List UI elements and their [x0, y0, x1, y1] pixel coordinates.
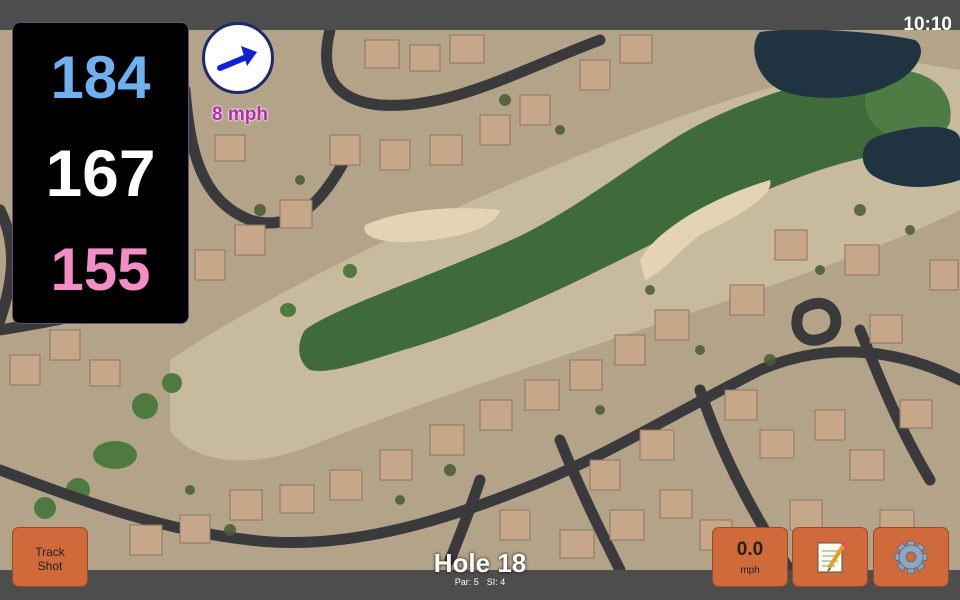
- notepad-icon: [817, 541, 847, 573]
- stroke-index-label: SI: 4: [486, 577, 506, 587]
- hole-info: Par: 5 SI: 4: [380, 577, 580, 587]
- par-label: Par: 5: [454, 577, 479, 587]
- speed-unit: mph: [740, 565, 760, 576]
- settings-button[interactable]: [873, 527, 949, 587]
- gear-icon: [894, 540, 928, 574]
- wind-indicator: [202, 22, 274, 94]
- clock: 10:10: [903, 14, 952, 35]
- distance-panel: 184 167 155: [12, 22, 189, 324]
- back-distance: 184: [50, 44, 151, 111]
- wind-speed-label: 8 mph: [212, 104, 268, 125]
- track-shot-button[interactable]: Track Shot: [12, 527, 88, 587]
- speed-value: 0.0: [736, 539, 764, 560]
- speed-button[interactable]: 0.0 mph: [712, 527, 788, 587]
- track-shot-label-line1: Track: [35, 545, 65, 559]
- front-distance: 155: [50, 236, 151, 303]
- middle-distance: 167: [45, 136, 156, 210]
- notes-button[interactable]: [792, 527, 868, 587]
- wind-arrow-icon: [217, 46, 257, 71]
- track-shot-label-line2: Shot: [37, 559, 63, 573]
- hole-title: Hole 18: [433, 548, 527, 578]
